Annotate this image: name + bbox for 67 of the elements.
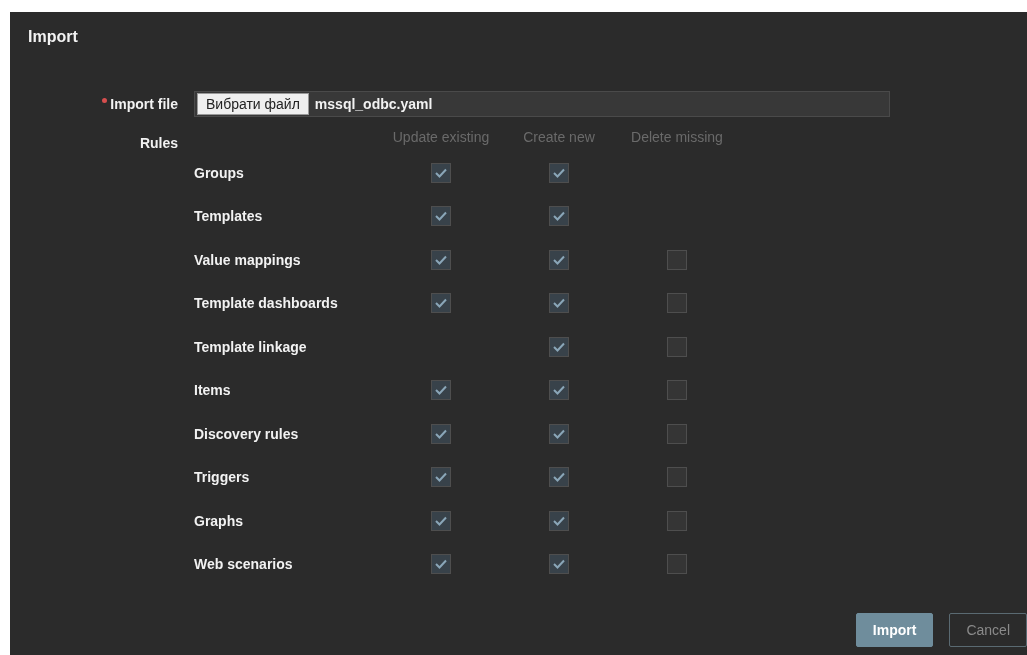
check-icon bbox=[553, 211, 565, 222]
rule-label: Groups bbox=[194, 164, 244, 181]
check-icon bbox=[435, 211, 447, 222]
checkbox[interactable] bbox=[549, 554, 569, 575]
rule-label: Triggers bbox=[194, 469, 250, 486]
check-icon bbox=[435, 167, 447, 178]
checkbox[interactable] bbox=[549, 293, 569, 314]
check-icon bbox=[553, 472, 565, 483]
rule-label: Discovery rules bbox=[194, 425, 299, 442]
checkbox[interactable] bbox=[549, 162, 569, 183]
column-header: Create new bbox=[523, 129, 595, 145]
checkbox[interactable] bbox=[667, 467, 687, 488]
checkbox[interactable] bbox=[667, 380, 687, 401]
check-icon bbox=[435, 385, 447, 396]
checkbox[interactable] bbox=[549, 206, 569, 227]
check-icon bbox=[553, 515, 565, 526]
check-icon bbox=[435, 472, 447, 483]
checkbox[interactable] bbox=[667, 554, 687, 575]
checkbox[interactable] bbox=[549, 249, 569, 270]
field-label: Import file bbox=[110, 96, 178, 112]
checkbox[interactable] bbox=[667, 293, 687, 314]
cancel-button[interactable]: Cancel bbox=[949, 613, 1027, 647]
check-icon bbox=[435, 298, 447, 309]
rule-label: Web scenarios bbox=[194, 556, 293, 573]
checkbox[interactable] bbox=[431, 380, 451, 401]
check-icon bbox=[553, 167, 565, 178]
checkbox[interactable] bbox=[431, 423, 451, 444]
checkbox[interactable] bbox=[431, 510, 451, 531]
check-icon bbox=[435, 559, 447, 570]
checkbox[interactable] bbox=[431, 249, 451, 270]
column-header: Delete missing bbox=[631, 129, 723, 145]
check-icon bbox=[553, 559, 565, 570]
checkbox[interactable] bbox=[667, 249, 687, 270]
checkbox[interactable] bbox=[549, 510, 569, 531]
import-button[interactable]: Import bbox=[855, 613, 934, 647]
checkbox[interactable] bbox=[549, 380, 569, 401]
checkbox[interactable] bbox=[667, 336, 687, 357]
check-icon bbox=[553, 428, 565, 439]
check-icon bbox=[553, 385, 565, 396]
rule-label: Template linkage bbox=[194, 338, 307, 355]
choose-file-button[interactable]: Вибрати файл bbox=[197, 93, 309, 115]
check-icon bbox=[553, 341, 565, 352]
rule-label: Items bbox=[194, 382, 231, 399]
checkbox[interactable] bbox=[549, 467, 569, 488]
check-icon bbox=[553, 254, 565, 265]
file-name: mssql_odbc.yaml bbox=[314, 96, 433, 112]
checkbox[interactable] bbox=[431, 293, 451, 314]
rule-label: Templates bbox=[194, 208, 263, 225]
checkbox[interactable] bbox=[431, 467, 451, 488]
checkbox[interactable] bbox=[549, 336, 569, 357]
checkbox[interactable] bbox=[431, 162, 451, 183]
rule-label: Template dashboards bbox=[194, 295, 338, 312]
check-icon bbox=[435, 254, 447, 265]
check-icon bbox=[553, 298, 565, 309]
check-icon bbox=[435, 428, 447, 439]
check-icon bbox=[435, 515, 447, 526]
rule-label: Graphs bbox=[194, 512, 243, 529]
checkbox[interactable] bbox=[667, 423, 687, 444]
checkbox[interactable] bbox=[431, 554, 451, 575]
checkbox[interactable] bbox=[431, 206, 451, 227]
column-header: Update existing bbox=[392, 129, 490, 145]
rule-label: Value mappings bbox=[194, 251, 301, 268]
field-label: Rules bbox=[139, 135, 178, 151]
checkbox[interactable] bbox=[549, 423, 569, 444]
file-input[interactable]: Вибрати файл mssql_odbc.yaml bbox=[194, 91, 890, 117]
dialog-title: Import bbox=[27, 27, 78, 47]
checkbox[interactable] bbox=[667, 510, 687, 531]
